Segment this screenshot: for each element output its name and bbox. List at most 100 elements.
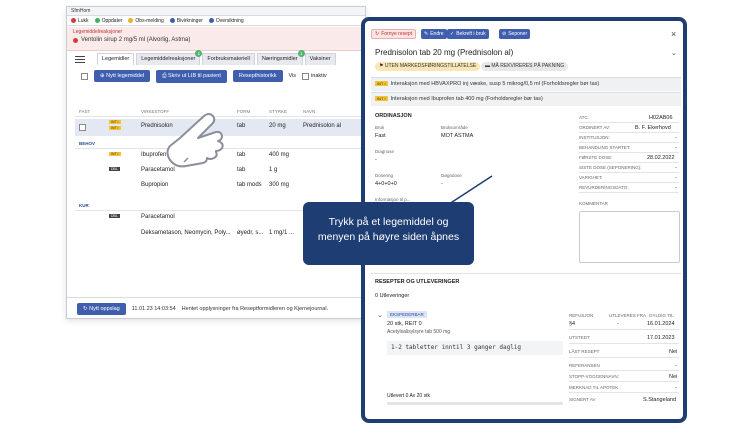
- tab-vaksiner[interactable]: Vaksiner: [304, 53, 336, 65]
- show-inactive-checkbox[interactable]: [302, 72, 310, 80]
- label-diagnose: Diagnose: [375, 149, 395, 154]
- ordinasjon-heading: ORDINASJON: [375, 113, 412, 119]
- row-strength: 1 mg/1 ...: [269, 230, 295, 236]
- value-utleveres: -: [617, 321, 619, 327]
- col-styrke: STYRKE: [269, 109, 288, 114]
- status-text: Hentet opplysninger fra Reseptformidlere…: [181, 305, 329, 312]
- new-lookup-button[interactable]: ↻ Nytt oppslag: [77, 302, 126, 315]
- menubar: Lukk Oppdater Obs-melding Bivirkninger O…: [67, 16, 365, 26]
- deliveries-count: 0 Utleveringer: [375, 293, 410, 299]
- delivery-progress: [387, 402, 563, 405]
- prescription-package: Acetylsalisylsyre tab 500 mg: [387, 329, 451, 335]
- interaction-tag: INT I: [109, 120, 121, 124]
- tab-forbruksmateriell[interactable]: Forbruksmateriell: [202, 53, 255, 65]
- label-start: BEHANDLING STARTET:: [579, 145, 631, 150]
- dosage-text: 1-2 tabletter inntil 3 ganger daglig: [387, 341, 563, 355]
- status-pill-no-marketing: ⚑ UTEN MARKEDSFØRINGSTILLATELSE: [375, 62, 481, 71]
- reaction-text: Ventolin sirup 2 mg/5 ml (Alvorlig, Astm…: [81, 37, 191, 43]
- value-institusjon: -: [675, 135, 677, 141]
- row-strength: 400 mg: [269, 152, 290, 158]
- menu-refresh[interactable]: Oppdater: [94, 18, 122, 24]
- value-merknad: -: [675, 385, 677, 391]
- label-utstedt: UTSTEDT: [569, 335, 590, 340]
- label-kommentar: KOMMENTAR: [579, 201, 608, 206]
- status-pill-package: ▬ MÅ REKVIRERES PÅ PAKNING: [481, 62, 569, 71]
- reaction-label: Legemiddelreaksjoner: [73, 29, 123, 35]
- tab-naeringsmidler[interactable]: Næringsmidler 1: [256, 50, 305, 65]
- interaction-tag: INT I: [109, 126, 121, 130]
- value-gyldig: 16.01.2024: [647, 321, 675, 327]
- close-icon[interactable]: ×: [671, 29, 676, 39]
- panel-title: Prednisolon tab 20 mg (Prednisolon al): [375, 48, 514, 57]
- new-medication-button[interactable]: ⊕ Nytt legemiddel: [94, 70, 151, 82]
- print-lib-button[interactable]: ⎙ Skriv ut LIB til pasient: [156, 69, 227, 83]
- tab-legemidler[interactable]: Legemidler: [97, 53, 135, 65]
- chevron-down-icon[interactable]: ⌄: [671, 49, 677, 57]
- menu-side-effects[interactable]: Bivirkninger: [169, 18, 203, 24]
- interaction-row[interactable]: INT I Interaksjon med Ibuprofen tab 400 m…: [371, 92, 681, 106]
- label-last-dose: SISTE DOSE (SEPONERING):: [579, 165, 642, 170]
- renew-prescription-button[interactable]: ↻ Fornye resept: [371, 29, 417, 39]
- divider: [579, 192, 679, 193]
- menu-close[interactable]: Lukk: [71, 18, 89, 24]
- value-diagnose: -: [375, 157, 377, 163]
- value-bruk: Fast: [375, 133, 386, 139]
- row-virkestoff[interactable]: Deksametason, Neomycin, Poly...: [141, 230, 231, 236]
- resepter-heading: RESEPTER OG UTLEVERINGER: [375, 279, 460, 285]
- value-referansen: -: [675, 363, 677, 369]
- menu-overview[interactable]: Oversiktning: [208, 18, 244, 24]
- reaction-bar[interactable]: Legemiddelreaksjoner Ventolin sirup 2 mg…: [67, 27, 365, 51]
- label-ordinert: ORDINERT AV:: [579, 125, 611, 130]
- prescription-history-button[interactable]: Resepthistorikk: [232, 70, 283, 82]
- discontinue-button[interactable]: ⊘ Seponer: [499, 29, 531, 39]
- row-strength: 1 g: [269, 167, 278, 173]
- row-trade-name: Prednisolon al: [303, 123, 342, 129]
- row-virkestoff[interactable]: Paracetamol: [141, 214, 175, 220]
- interaction-row[interactable]: INT I Interaksjon med HBVAXPRO inj væske,…: [371, 77, 681, 91]
- chevron-down-icon[interactable]: ⌄: [377, 311, 383, 319]
- tab-legemiddelreaksjoner[interactable]: Legemiddelreaksjoner 1: [136, 50, 203, 65]
- label-refusjon: REFUSJON: [569, 313, 594, 318]
- row-checkbox[interactable]: [79, 124, 86, 131]
- label-utleveres: UTLEVERES FRA: [609, 313, 647, 318]
- label-last-resept: LÅST RESEPT: [569, 349, 600, 354]
- value-varighet: -: [675, 175, 677, 181]
- divider: [579, 142, 679, 143]
- value-stopp: Nei: [669, 374, 678, 380]
- callout-line-1: Trykk på et legemiddel og: [328, 216, 449, 228]
- double-tag: DBL: [109, 214, 120, 218]
- instruction-callout: Trykk på et legemiddel og menyen på høyr…: [303, 202, 474, 265]
- double-tag: DBL: [109, 167, 120, 171]
- divider: [579, 122, 679, 123]
- show-label: Vis: [288, 73, 297, 79]
- statusbar: ↻ Nytt oppslag 11.01.23 14:03:54 Hentet …: [67, 297, 365, 319]
- divider: [371, 273, 681, 274]
- divider: [579, 182, 679, 183]
- comment-textarea[interactable]: [579, 211, 680, 263]
- callout-line-2: menyen på høyre siden åpnes: [317, 231, 460, 243]
- value-ordinert: B. F. Ekerhovd: [635, 125, 671, 131]
- select-all-checkbox[interactable]: [81, 72, 88, 80]
- divider: [569, 329, 679, 330]
- col-fast: FAST: [79, 109, 91, 114]
- label-dosering: Dosering: [375, 173, 394, 178]
- divider: [569, 343, 679, 344]
- divider: [569, 357, 679, 358]
- value-start: -: [675, 145, 677, 151]
- edit-button[interactable]: ✎ Endre: [421, 29, 447, 39]
- section-kur: KUR: [79, 203, 89, 208]
- menu-obs[interactable]: Obs-melding: [128, 18, 164, 24]
- inactive-label: inaktiv: [311, 73, 327, 79]
- value-last-dose: -: [675, 165, 677, 171]
- label-merknad: MERKNAD TIL APOTEK: [569, 385, 619, 390]
- confirm-in-use-button[interactable]: ✓ Bekreft i bruk: [447, 29, 489, 39]
- row-form: tab: [237, 167, 246, 173]
- interaction-tag: INT I: [375, 96, 388, 101]
- row-form: tab: [237, 152, 246, 158]
- col-navn: NAVN: [303, 109, 316, 114]
- label-signert: SIGNERT AV: [569, 397, 596, 402]
- value-last-resept: Nei: [669, 349, 678, 355]
- refresh-icon: [94, 18, 100, 23]
- window-title: SfmHom: [67, 7, 365, 16]
- row-virkestoff[interactable]: Bupropion: [141, 182, 168, 188]
